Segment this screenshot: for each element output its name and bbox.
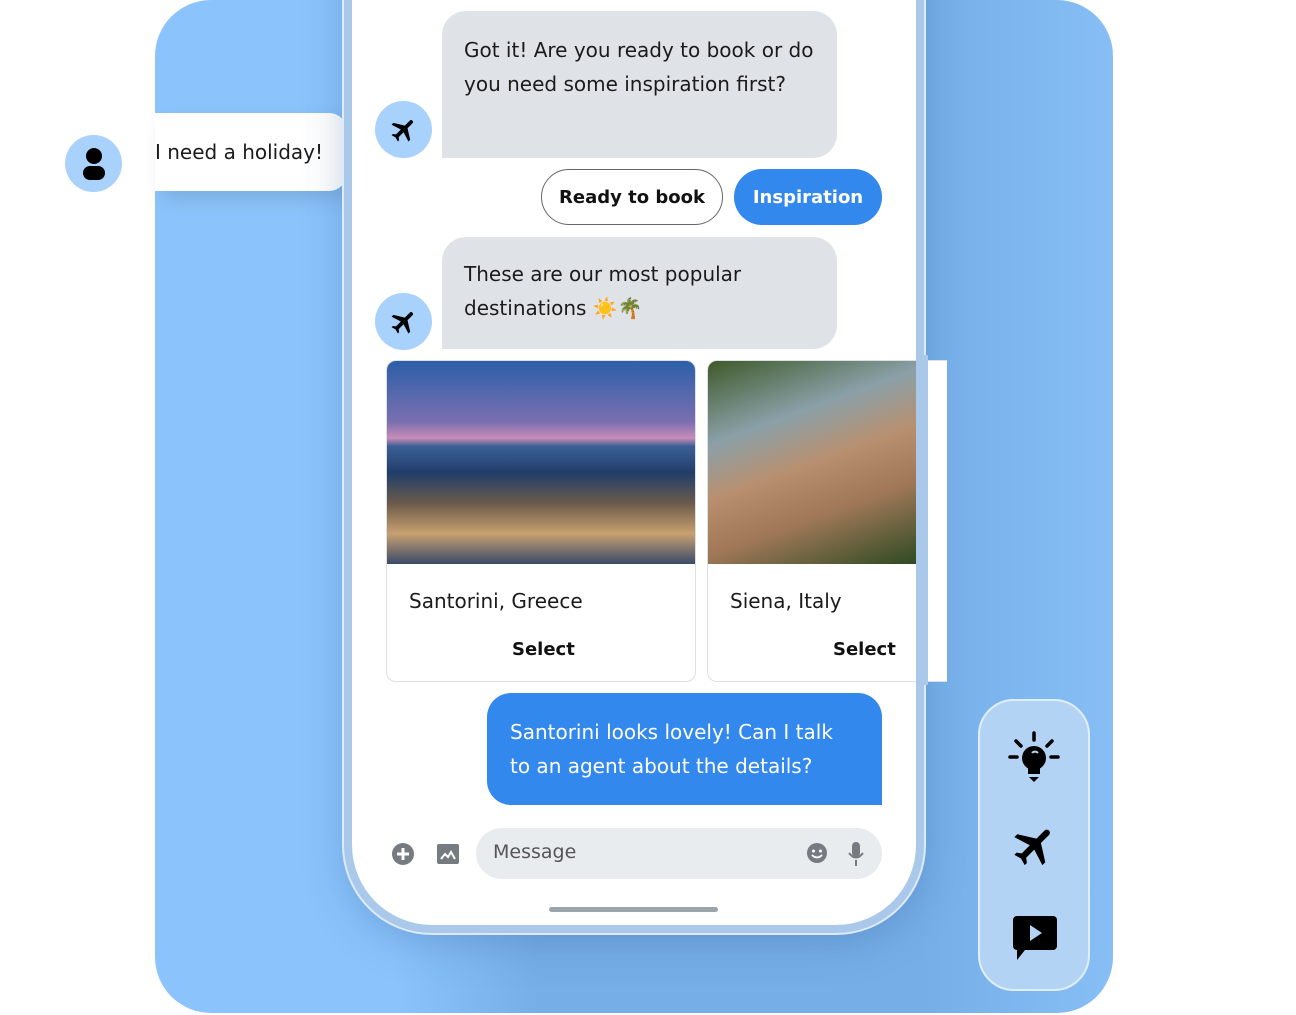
phone-edge xyxy=(916,355,928,685)
image-icon[interactable] xyxy=(436,842,460,866)
airplane-icon[interactable] xyxy=(1010,821,1060,871)
bot-message: These are our most popular destinations … xyxy=(442,237,837,349)
emoji-icon[interactable] xyxy=(806,842,828,864)
microphone-icon[interactable] xyxy=(847,841,865,867)
lightbulb-icon[interactable] xyxy=(1008,731,1060,783)
ready-to-book-button[interactable]: Ready to book xyxy=(541,169,723,225)
bot-message: Got it! Are you ready to book or do you … xyxy=(442,11,837,158)
card-title: Santorini, Greece xyxy=(409,589,583,613)
airplane-icon xyxy=(391,119,413,141)
card-title: Siena, Italy xyxy=(730,589,842,613)
outgoing-message: Santorini looks lovely! Can I talk to an… xyxy=(487,693,882,805)
destination-card-siena[interactable]: Siena, Italy Select xyxy=(707,360,947,682)
video-chat-icon[interactable] xyxy=(1011,915,1059,961)
bot-avatar xyxy=(375,101,432,158)
santorini-image xyxy=(387,361,695,564)
inspiration-button[interactable]: Inspiration xyxy=(734,169,882,225)
bot-avatar xyxy=(375,293,432,350)
user-message: I need a holiday! xyxy=(155,113,347,191)
select-button[interactable]: Select xyxy=(833,639,896,660)
message-input[interactable]: Message xyxy=(476,828,882,879)
destination-card-santorini[interactable]: Santorini, Greece Select xyxy=(386,360,696,682)
airplane-icon xyxy=(391,311,413,333)
user-avatar xyxy=(65,135,122,192)
add-icon[interactable] xyxy=(391,842,415,866)
side-toolbar xyxy=(978,699,1090,991)
person-icon xyxy=(82,147,105,180)
home-indicator xyxy=(549,907,718,912)
siena-image xyxy=(708,361,917,564)
select-button[interactable]: Select xyxy=(512,639,575,660)
